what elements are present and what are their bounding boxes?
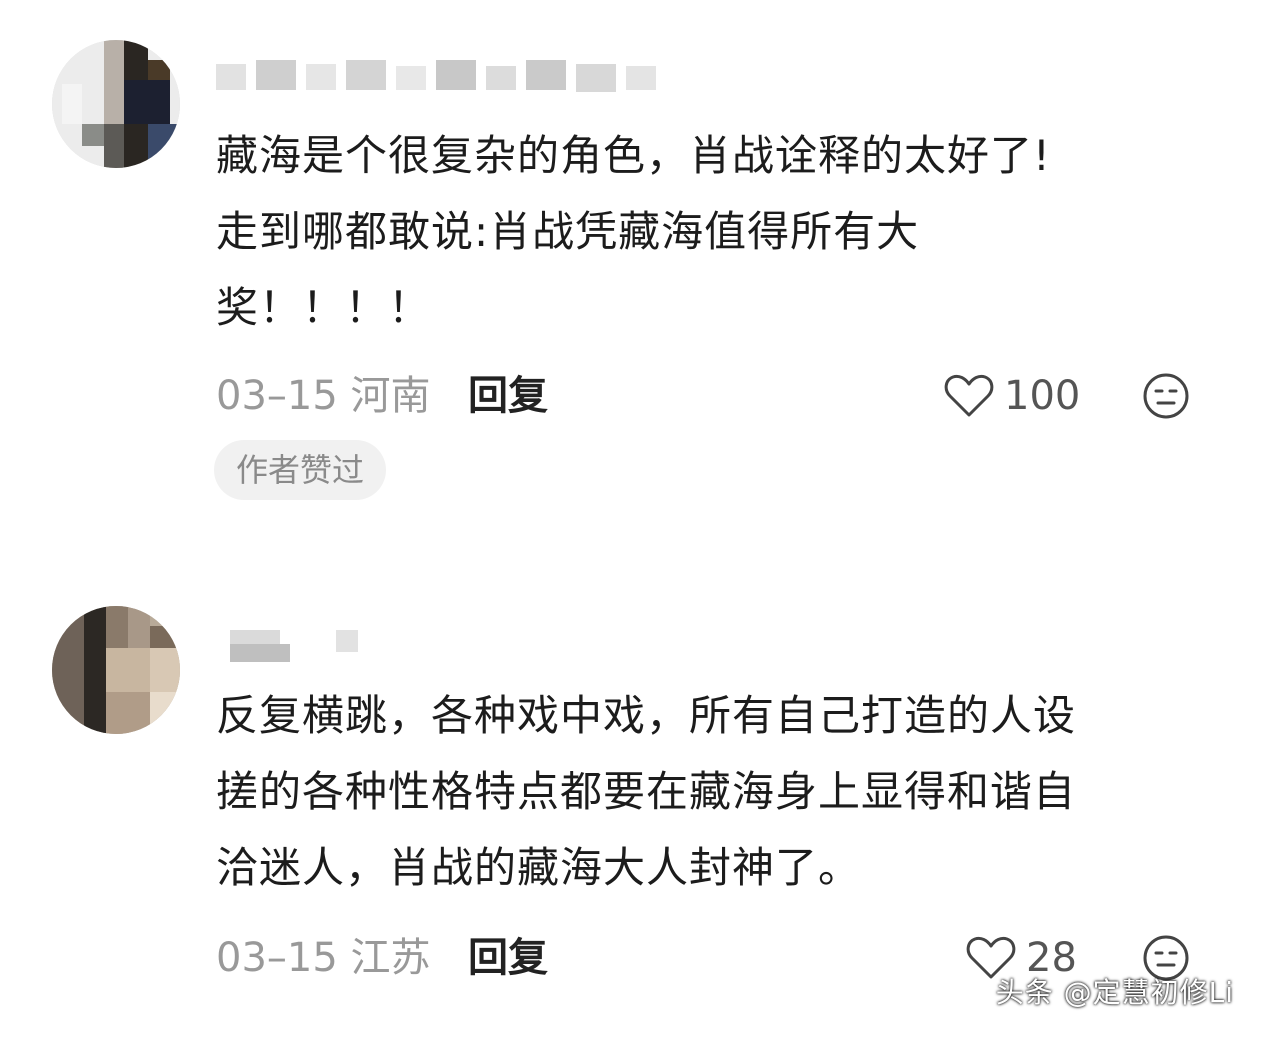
comment-line: 洽迷人，肖战的藏海大人封神了。 [216, 843, 862, 892]
comment-meta: 03–15 河南 回复 100 [216, 366, 1264, 426]
comment-line: 奖！！！！ [216, 283, 432, 332]
reply-button[interactable]: 回复 [468, 928, 548, 988]
comment-text: 藏海是个很复杂的角色，肖战诠释的太好了! 走到哪都敢说:肖战凭藏海值得所有大 奖… [216, 118, 1226, 346]
username-blurred[interactable] [216, 60, 666, 94]
heart-outline-icon [944, 374, 994, 417]
username-blurred[interactable] [216, 630, 358, 664]
avatar[interactable] [52, 40, 180, 168]
author-liked-badge: 作者赞过 [214, 440, 387, 500]
avatar[interactable] [52, 606, 180, 734]
watermark: 头条 @定慧初修Li [995, 976, 1234, 1009]
comment-text: 反复横跳，各种戏中戏，所有自己打造的人设 搓的各种性格特点都要在藏海身上显得和谐… [216, 678, 1226, 906]
date-location: 03–15 江苏 [216, 935, 431, 981]
comment-line: 搓的各种性格特点都要在藏海身上显得和谐自 [216, 767, 1077, 816]
date-location: 03–15 河南 [216, 373, 431, 419]
comment-line: 藏海是个很复杂的角色，肖战诠释的太好了! [216, 131, 1051, 180]
like-count: 100 [1004, 373, 1081, 419]
comment-line: 走到哪都敢说:肖战凭藏海值得所有大 [216, 207, 920, 256]
comment-line: 反复横跳，各种戏中戏，所有自己打造的人设 [216, 691, 1077, 740]
neutral-face-icon[interactable] [1142, 372, 1190, 420]
like-button[interactable]: 100 [944, 366, 1080, 426]
reply-button[interactable]: 回复 [468, 366, 548, 426]
